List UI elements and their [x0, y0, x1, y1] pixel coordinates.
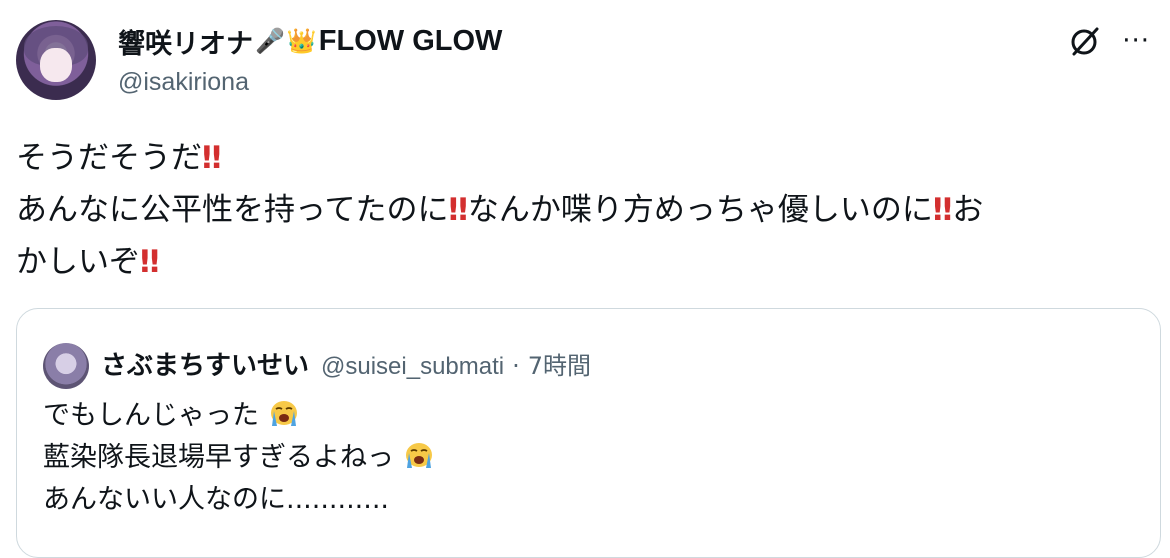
tweet-text: そうだそうだ‼ あんなに公平性を持ってたのに‼なんか喋り方めっちゃ優しいのに‼お… — [16, 132, 1151, 288]
tweet-line-1-text: そうだそうだ — [16, 140, 202, 176]
quoted-separator: · — [512, 352, 520, 380]
tweet-line-2-seg3: お — [952, 192, 984, 228]
loudly-crying-face-icon — [405, 443, 432, 468]
double-exclamation-icon: ‼ — [140, 244, 160, 280]
microphone-icon: 🎤 — [255, 27, 285, 55]
loudly-crying-face-icon — [270, 401, 297, 426]
quoted-author-avatar[interactable] — [43, 343, 89, 389]
quoted-text: でもしんじゃった 藍染隊長退場早すぎるよねっ あんないい人なのに........… — [43, 395, 435, 521]
quoted-author-name[interactable]: さぶまちすいせい — [101, 345, 309, 382]
tweet-line-3: かしいぞ‼ — [16, 236, 1151, 288]
avatar-face — [40, 48, 72, 82]
author-display-name[interactable]: 響咲リオナ — [118, 22, 253, 61]
author-brand[interactable]: FLOW GLOW — [319, 25, 503, 58]
double-exclamation-icon: ‼ — [448, 192, 468, 228]
crown-icon: 👑 — [286, 27, 317, 55]
tweet-line-2: あんなに公平性を持ってたのに‼なんか喋り方めっちゃ優しいのに‼お — [16, 184, 1151, 236]
more-icon[interactable]: ··· — [1122, 26, 1150, 56]
quoted-timestamp[interactable]: 7時間 — [528, 346, 591, 381]
quoted-line-2-text: 藍染隊長退場早すぎるよねっ — [43, 442, 394, 473]
tweet-line-2-seg2: なんか喋り方めっちゃ優しいのに — [467, 192, 933, 228]
tweet-line-2-seg1: あんなに公平性を持ってたのに — [16, 192, 449, 228]
quoted-author-handle[interactable]: @suisei_submati — [321, 353, 504, 381]
quoted-line-2: 藍染隊長退場早すぎるよねっ — [43, 437, 435, 479]
tweet-line-3-text: かしいぞ — [16, 244, 140, 280]
author-handle[interactable]: @isakiriona — [118, 68, 502, 97]
grok-icon[interactable] — [1068, 24, 1102, 58]
quoted-line-1-text: でもしんじゃった — [43, 400, 259, 431]
quoted-tweet-card[interactable]: さぶまちすいせい @suisei_submati · 7時間 でもしんじゃった … — [16, 308, 1161, 558]
name-row[interactable]: 響咲リオナ 🎤 👑 FLOW GLOW — [118, 22, 503, 61]
quoted-line-3: あんないい人なのに............ — [43, 484, 389, 515]
double-exclamation-icon: ‼ — [202, 140, 222, 176]
author-avatar[interactable] — [16, 20, 96, 100]
author-info: 響咲リオナ 🎤 👑 FLOW GLOW @isakiriona — [118, 24, 502, 97]
double-exclamation-icon: ‼ — [932, 192, 953, 228]
tweet-line-1: そうだそうだ‼ — [16, 132, 1151, 184]
tweet-actions-top: ··· — [1068, 24, 1150, 58]
quoted-line-1: でもしんじゃった — [43, 395, 435, 437]
quoted-header: さぶまちすいせい @suisei_submati · 7時間 — [101, 345, 591, 382]
